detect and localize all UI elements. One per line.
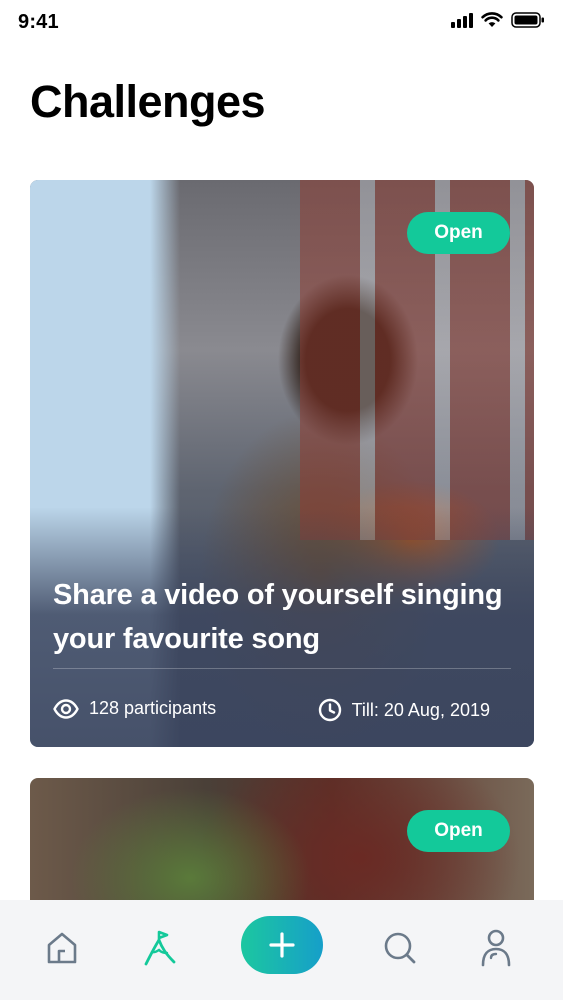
add-icon [269,932,295,958]
status-badge: Open [407,810,510,852]
deadline: Till: 20 Aug, 2019 [318,698,490,722]
status-bar: 9:41 [0,0,563,48]
challenges-icon [144,930,176,966]
status-time: 9:41 [18,11,59,33]
page-title: Challenges [30,76,266,127]
challenge-card[interactable]: Open [30,778,534,918]
add-button[interactable] [241,916,323,974]
search-icon [384,932,416,964]
challenge-photo [30,180,534,747]
deadline-label: Till: 20 Aug, 2019 [351,699,490,720]
challenge-title: Share a video of yourself singing your f… [53,579,503,655]
status-badge: Open [407,212,510,254]
battery-icon [511,12,544,28]
wifi-icon [481,12,503,27]
nav-challenges[interactable] [140,926,180,970]
status-icons [451,12,545,28]
eye-icon [53,698,79,719]
participants-count: 128 participants [53,698,216,719]
nav-home[interactable] [42,926,82,970]
clock-icon [318,698,341,722]
home-icon [47,932,77,964]
nav-search[interactable] [380,926,420,970]
bottom-nav [0,900,563,1000]
cellular-signal-icon [451,12,473,28]
card-divider [53,668,511,669]
profile-icon [481,929,511,967]
challenge-card[interactable]: Open Share a video of yourself singing y… [30,180,534,747]
nav-profile[interactable] [476,926,516,970]
participants-label: 128 participants [89,698,217,718]
